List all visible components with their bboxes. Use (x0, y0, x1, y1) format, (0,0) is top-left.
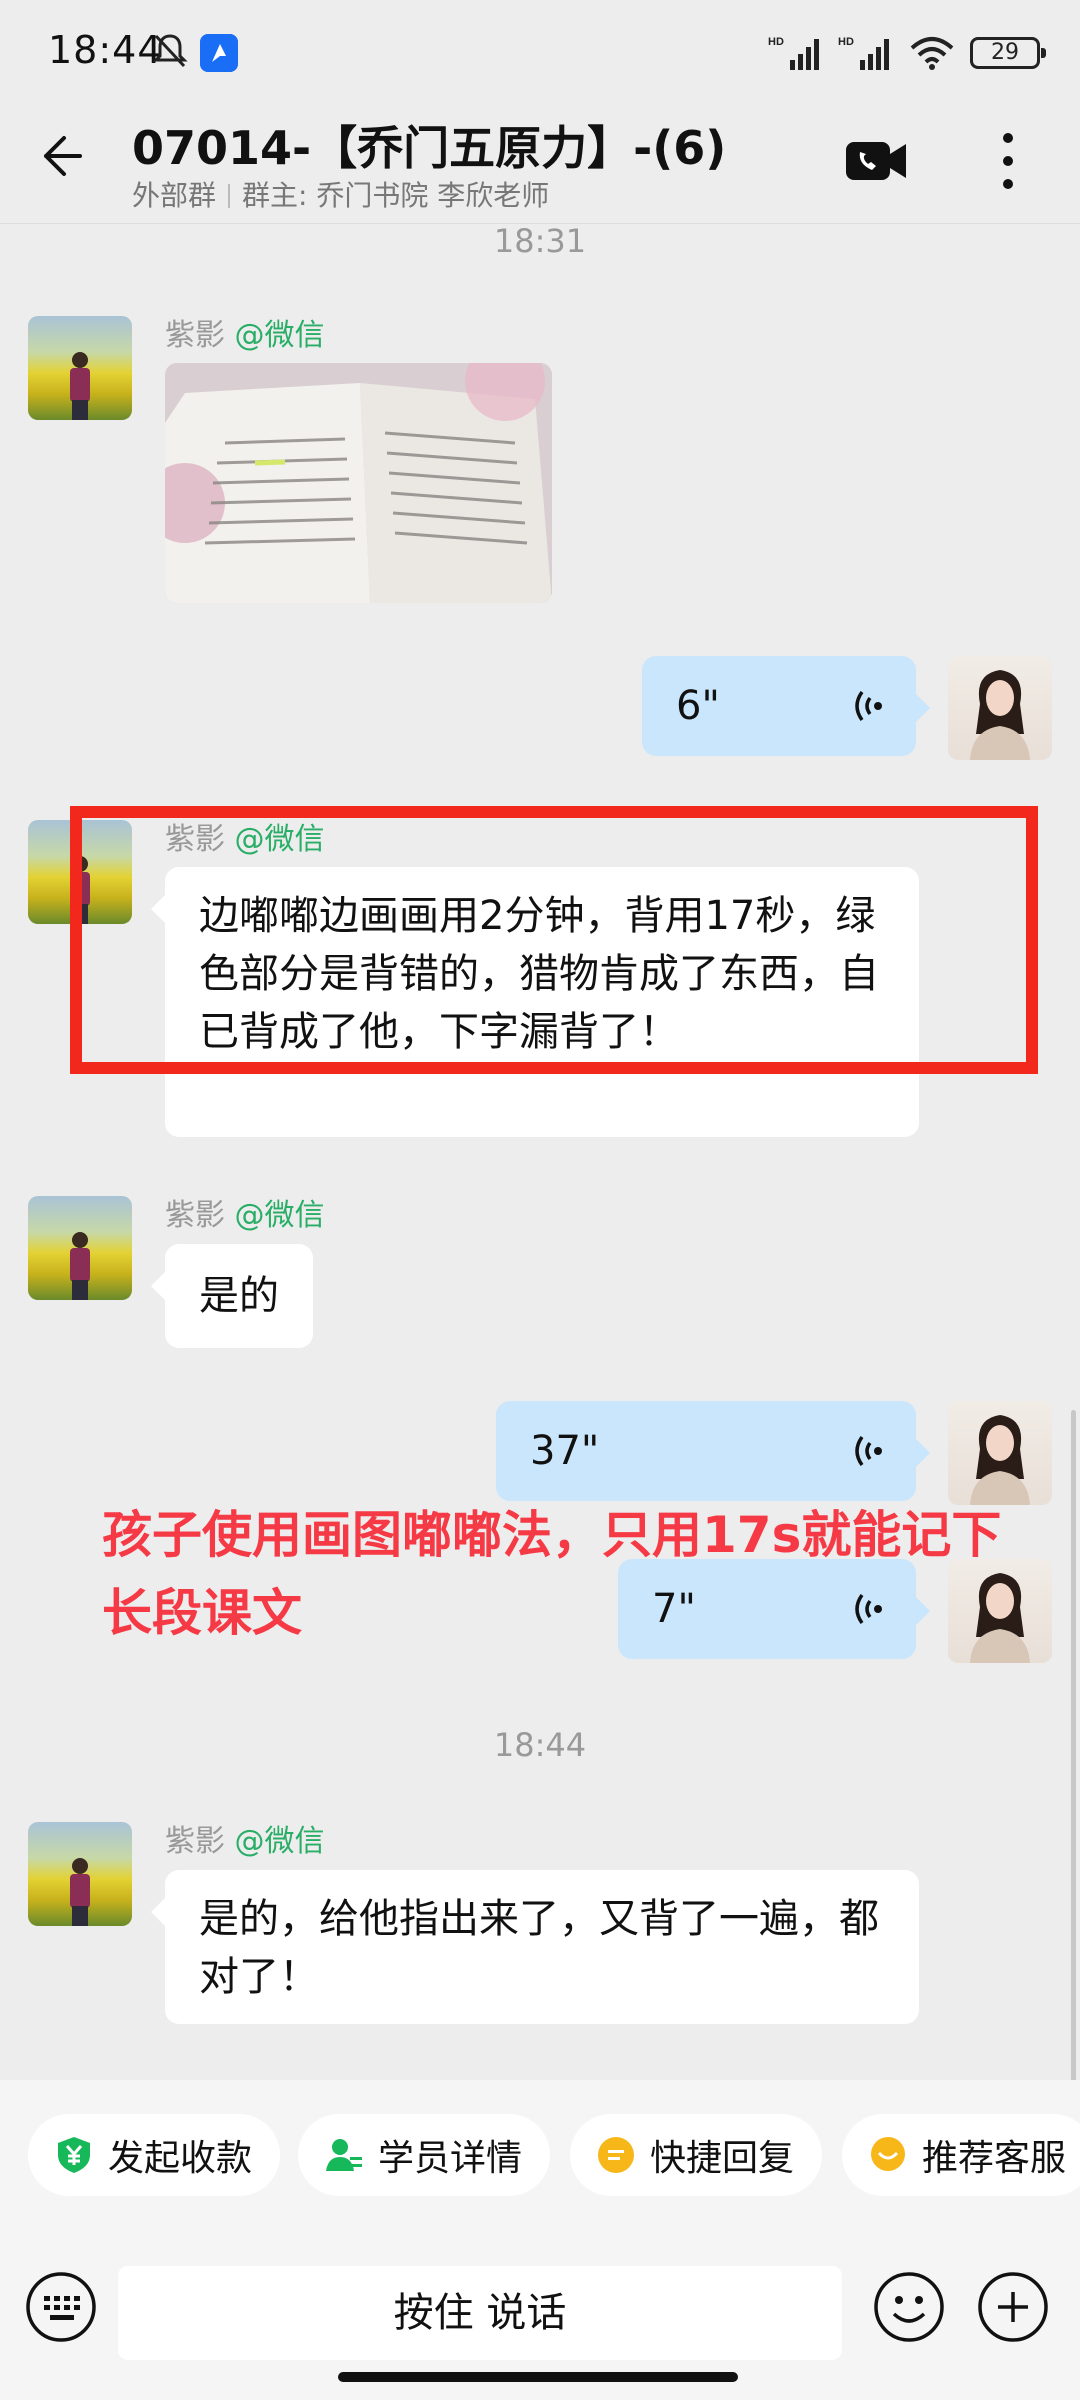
voice-duration: 37" (530, 1428, 600, 1474)
voice-wave-icon (855, 1435, 882, 1467)
plus-icon[interactable] (976, 2270, 1050, 2344)
keyboard-icon[interactable] (24, 2270, 98, 2344)
quick-action-bar: 发起收款 学员详情 快捷回复 推荐客服 (0, 2080, 1080, 2240)
person-figure (70, 1232, 90, 1300)
text-message[interactable]: 是的，给他指出来了，又背了一遍，都对了！ (151, 1870, 919, 2024)
avatar[interactable] (28, 1196, 132, 1300)
user-card-icon (326, 2139, 362, 2171)
status-time: 18:44 (48, 28, 163, 72)
emoji-icon[interactable] (872, 2270, 946, 2344)
sender-source: @微信 (234, 318, 325, 353)
group-owner: 群主: 乔门书院 李欣老师 (242, 179, 550, 212)
text-message[interactable]: 是的 (151, 1244, 313, 1348)
time-divider: 18:44 (493, 1726, 587, 1764)
sender-source: @微信 (234, 1824, 325, 1859)
chat-header: 07014-【乔门五原力】-(6) 外部群 群主: 乔门书院 李欣老师 (0, 100, 1080, 224)
battery-icon: 29 (970, 37, 1046, 69)
highlight-box (70, 806, 1038, 1074)
voice-message[interactable]: 37" (496, 1401, 930, 1501)
avatar[interactable] (28, 316, 132, 420)
back-arrow-icon[interactable] (30, 126, 90, 186)
chat-title: 07014-【乔门五原力】-(6) (132, 121, 727, 175)
overlay-caption: 孩子使用画图嘟嘟法，只用17s就能记下长段课文 (102, 1506, 1002, 1642)
quick-reply-button[interactable]: 快捷回复 (570, 2114, 823, 2196)
signal-icon: HD (838, 36, 889, 70)
person-figure (70, 352, 90, 420)
mute-bell-icon (152, 34, 188, 68)
sender-label: 紫影 @微信 (165, 310, 325, 354)
svg-text:HD: HD (838, 36, 854, 48)
svg-text:HD: HD (768, 36, 784, 48)
student-details-button[interactable]: 学员详情 (298, 2114, 551, 2196)
collect-payment-button[interactable]: 发起收款 (28, 2114, 281, 2196)
sender-name: 紫影 (165, 1198, 225, 1233)
signal-icon: HD (768, 36, 819, 70)
avatar[interactable] (28, 1822, 132, 1926)
sender-label: 紫影 @微信 (165, 1190, 325, 1234)
status-icons: HD HD 29 (768, 28, 1046, 78)
person-figure (70, 1858, 90, 1926)
person-figure (970, 670, 1030, 760)
chat-subtitle: 外部群 群主: 乔门书院 李欣老师 (132, 174, 549, 214)
scrollbar[interactable] (1071, 1410, 1076, 2090)
more-vertical-icon[interactable] (990, 128, 1026, 194)
chip-label: 快捷回复 (650, 2138, 795, 2179)
time-divider: 18:31 (493, 222, 587, 260)
book-photo (165, 363, 552, 603)
quick-reply-icon (598, 2137, 634, 2173)
chip-label: 发起收款 (108, 2138, 253, 2179)
status-bar: 18:44 HD HD 29 (0, 0, 1080, 100)
voice-message[interactable]: 6" (642, 656, 930, 756)
my-avatar[interactable] (948, 656, 1052, 760)
person-figure (970, 1415, 1030, 1505)
voice-wave-icon (855, 690, 882, 722)
chip-label: 学员详情 (378, 2138, 523, 2179)
sender-name: 紫影 (165, 1824, 225, 1859)
shield-yen-icon (58, 2137, 90, 2173)
sender-label: 紫影 @微信 (165, 1816, 325, 1860)
sender-name: 紫影 (165, 318, 225, 353)
chat-smile-icon (871, 2137, 905, 2171)
my-avatar[interactable] (948, 1401, 1052, 1505)
divider (228, 184, 231, 208)
recommend-service-button[interactable]: 推荐客服 (842, 2114, 1080, 2196)
group-type: 外部群 (132, 179, 217, 212)
image-message[interactable] (165, 363, 552, 603)
home-indicator[interactable] (338, 2372, 738, 2382)
voice-duration: 6" (676, 683, 720, 729)
sender-source: @微信 (234, 1198, 325, 1233)
wifi-icon (910, 37, 954, 70)
video-call-icon[interactable] (846, 138, 908, 184)
hold-to-talk-button[interactable]: 按住 说话 (118, 2266, 842, 2360)
chip-label: 推荐客服 (922, 2138, 1067, 2179)
app-notification-icon (200, 34, 238, 72)
